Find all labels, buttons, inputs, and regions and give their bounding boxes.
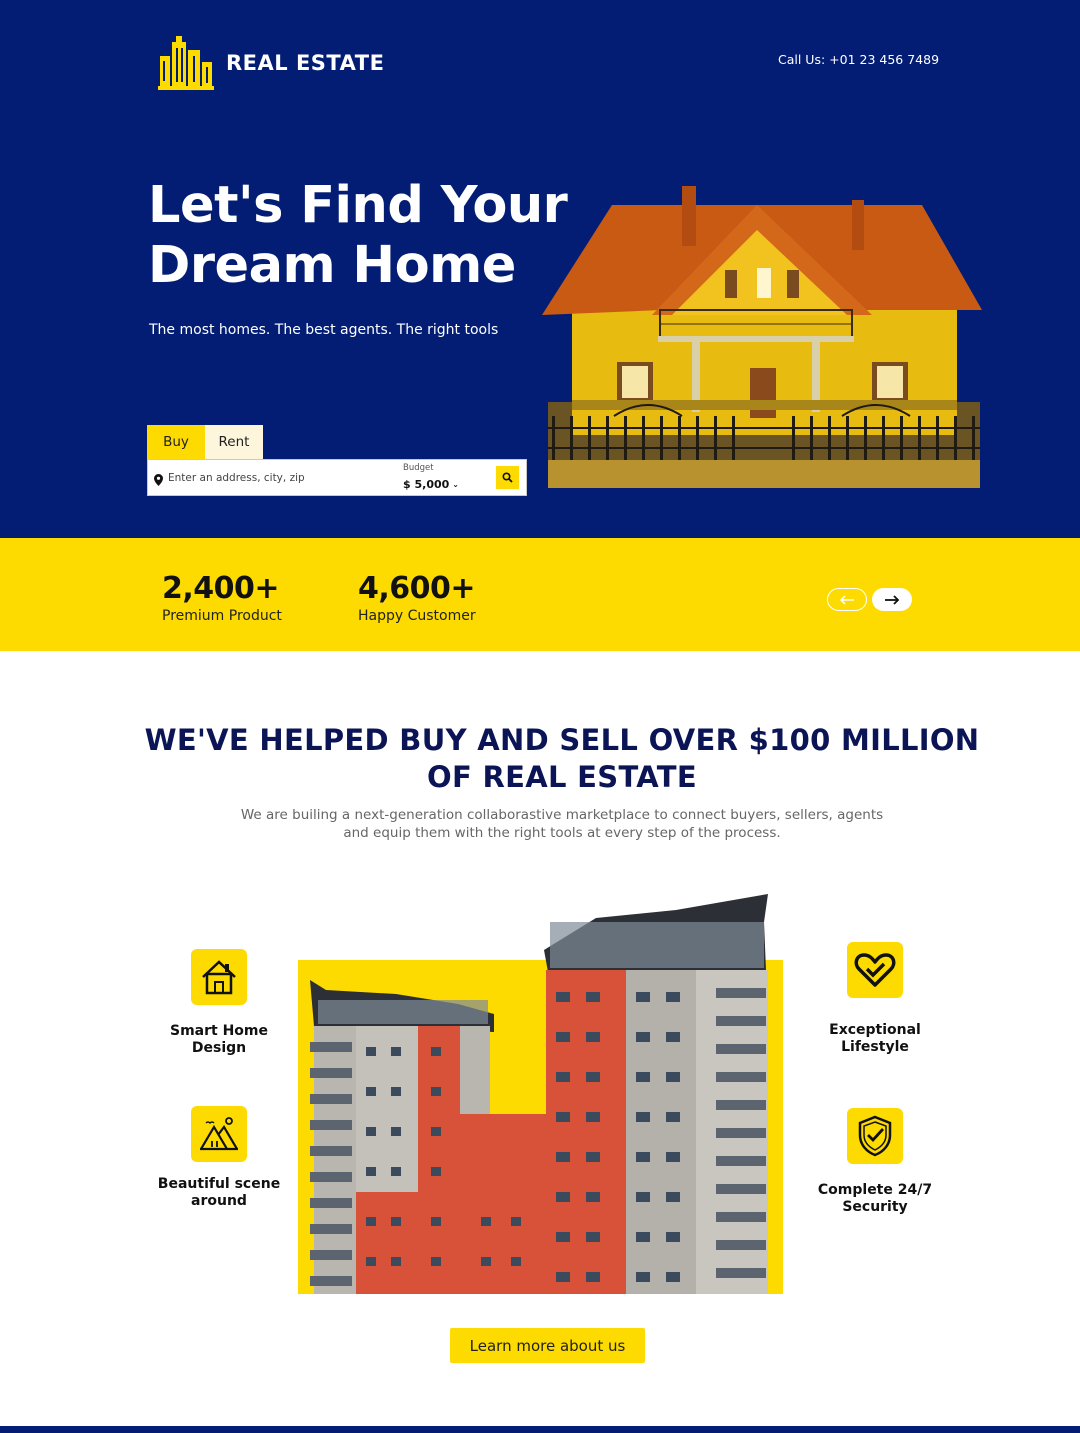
feature-beautiful-scene: Beautiful scene around <box>145 1106 293 1210</box>
next-button[interactable] <box>872 588 912 611</box>
hero-headline-line2: Dream Home <box>148 236 516 295</box>
buildings-logo-icon <box>158 34 214 92</box>
stat-happy-customer: 4,600+ Happy Customer <box>358 571 476 624</box>
brand-logo[interactable]: REAL ESTATE <box>158 34 384 92</box>
about-description: We are builing a next-generation collabo… <box>240 806 884 842</box>
feature-label-line2: around <box>191 1193 247 1209</box>
feature-label: Complete 24/7 Security <box>817 1182 933 1215</box>
stat-label: Premium Product <box>162 608 282 624</box>
about-title-line2: OF REAL ESTATE <box>427 760 697 794</box>
feature-exceptional-lifestyle: Exceptional Lifestyle <box>795 942 955 1056</box>
budget-label: Budget <box>403 463 434 473</box>
search-icon <box>502 468 513 487</box>
stat-value: 2,400+ <box>162 571 280 606</box>
call-us-text[interactable]: Call Us: +01 23 456 7489 <box>778 52 939 67</box>
yellow-house-image <box>542 180 990 494</box>
about-title: WE'VE HELPED BUY AND SELL OVER $100 MILL… <box>140 722 984 796</box>
feature-label: Smart Home Design <box>169 1023 268 1056</box>
stat-value: 4,600+ <box>358 571 476 606</box>
house-icon <box>191 949 247 1005</box>
feature-label: Exceptional Lifestyle <box>829 1022 921 1055</box>
about-text-line2: and equip them with the right tools at e… <box>343 825 781 841</box>
about-text-line1: We are builing a next-generation collabo… <box>240 807 884 823</box>
apartment-building-image <box>296 892 786 1300</box>
hero-subline: The most homes. The best agents. The rig… <box>149 322 499 338</box>
hero-headline-line1: Let's Find Your <box>148 176 568 235</box>
hero-headline: Let's Find Your Dream Home <box>148 176 568 296</box>
mountain-scene-icon <box>191 1106 247 1162</box>
search-tabs: Buy Rent <box>147 425 263 459</box>
address-search-input[interactable] <box>168 468 388 488</box>
learn-more-button[interactable]: Learn more about us <box>450 1328 645 1363</box>
stat-premium-product: 2,400+ Premium Product <box>162 571 282 624</box>
shield-check-icon <box>847 1108 903 1164</box>
brand-name: REAL ESTATE <box>226 51 385 75</box>
footer-bar <box>0 1426 1080 1433</box>
about-title-line1: WE'VE HELPED BUY AND SELL OVER $100 MILL… <box>144 723 980 757</box>
previous-button[interactable] <box>827 588 867 611</box>
chevron-down-icon: ⌄ <box>452 480 459 489</box>
tab-rent[interactable]: Rent <box>205 425 263 459</box>
stats-band: 2,400+ Premium Product 4,600+ Happy Cust… <box>0 538 1080 651</box>
feature-complete-security: Complete 24/7 Security <box>790 1108 960 1216</box>
arrow-right-icon <box>884 590 900 609</box>
arrow-left-icon <box>839 590 855 609</box>
heart-icon <box>847 942 903 998</box>
property-search-bar: Budget $ 5,000 ⌄ <box>147 459 527 496</box>
feature-smart-home: Smart Home Design <box>145 949 293 1057</box>
budget-value: $ 5,000 <box>403 478 450 491</box>
feature-label: Beautiful scene around <box>145 1176 293 1210</box>
feature-label-line1: Beautiful scene <box>157 1176 281 1192</box>
tab-buy[interactable]: Buy <box>147 425 205 459</box>
search-button[interactable] <box>496 466 519 489</box>
stat-label: Happy Customer <box>358 608 476 624</box>
budget-select[interactable]: $ 5,000 ⌄ <box>403 478 459 491</box>
hero-section: REAL ESTATE Call Us: +01 23 456 7489 Let… <box>0 0 1080 538</box>
location-pin-icon <box>154 471 163 490</box>
